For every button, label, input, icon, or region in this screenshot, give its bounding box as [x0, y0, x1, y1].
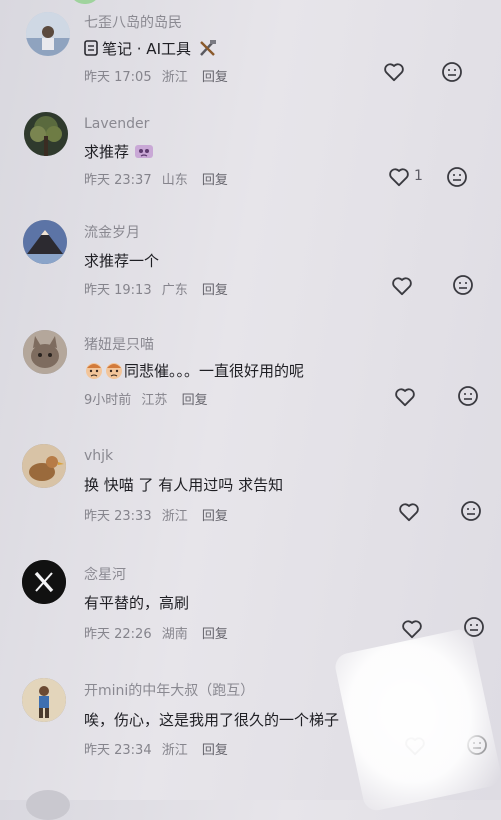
comment-meta: 昨天 23:33 浙江 回复	[84, 505, 234, 524]
avatar[interactable]	[24, 112, 68, 156]
dislike-face-icon[interactable]	[441, 61, 463, 83]
sad-emoji-icon	[86, 363, 102, 379]
tree-icon	[24, 112, 68, 156]
comment-date: 昨天 23:37	[84, 173, 152, 188]
avatar[interactable]	[26, 12, 70, 56]
reply-button[interactable]: 回复	[202, 509, 228, 524]
x-logo-icon	[22, 560, 66, 604]
comment-text: 有平替的，高刷	[84, 594, 190, 612]
reply-button[interactable]: 回复	[202, 627, 228, 642]
comment-text: 换 快喵 了 有人用过吗 求告知	[84, 476, 284, 494]
comment-date: 昨天 23:33	[84, 509, 152, 524]
note-icon	[84, 40, 98, 56]
comment-date: 昨天 19:13	[84, 283, 152, 298]
comment-text: 求推荐	[84, 141, 154, 162]
heart-icon[interactable]	[391, 276, 413, 296]
dislike-face-icon[interactable]	[463, 616, 485, 638]
comment-date: 昨天 23:34	[84, 743, 152, 758]
comment-author[interactable]: 开mini的中年大叔（跑互）	[84, 680, 254, 700]
comment-text: 笔记 · AI工具	[84, 38, 218, 59]
comment-location: 浙江	[161, 743, 188, 758]
crying-emoji-icon	[134, 145, 153, 158]
runner-icon	[22, 678, 66, 722]
partial-avatar-top	[70, 0, 100, 4]
heart-icon[interactable]	[388, 167, 410, 187]
heart-icon[interactable]	[383, 62, 405, 82]
sad-emoji-icon	[106, 363, 122, 379]
heart-icon[interactable]	[398, 502, 420, 522]
dislike-face-icon[interactable]	[466, 734, 488, 756]
partial-avatar-bottom	[26, 790, 70, 820]
reply-button[interactable]: 回复	[202, 743, 228, 758]
note-link-text[interactable]: 笔记 · AI工具	[102, 40, 191, 58]
comment-location: 山东	[161, 173, 188, 188]
heart-icon[interactable]	[401, 619, 423, 639]
reply-button[interactable]: 回复	[202, 173, 228, 188]
comment-text: 同悲催。。。一直很好用的呢	[84, 360, 304, 381]
comment-author[interactable]: 猪妞是只喵	[84, 334, 154, 354]
dislike-face-icon[interactable]	[457, 385, 479, 407]
dislike-face-icon[interactable]	[452, 274, 474, 296]
cat-icon	[23, 330, 67, 374]
comment-date: 昨天 22:26	[84, 627, 152, 642]
person-icon	[26, 12, 70, 56]
comment-meta: 昨天 19:13 广东 回复	[84, 279, 234, 298]
avatar[interactable]	[23, 220, 67, 264]
comment-author[interactable]: 流金岁月	[84, 222, 140, 242]
comment-text: 求推荐一个	[84, 252, 160, 270]
comment-location: 浙江	[161, 509, 188, 524]
comment-text: 唉，伤心，这是我用了很久的一个梯子	[84, 711, 340, 729]
reply-button[interactable]: 回复	[202, 70, 228, 85]
comment-date: 9小时前	[84, 393, 132, 408]
screen-glare	[332, 627, 501, 813]
comment-author[interactable]: Lavender	[84, 116, 149, 132]
comment-location: 湖南	[161, 627, 188, 642]
dislike-face-icon[interactable]	[460, 500, 482, 522]
comment-author[interactable]: vhjk	[84, 448, 113, 464]
avatar[interactable]	[23, 330, 67, 374]
comment-meta: 昨天 17:05 浙江 回复	[84, 66, 234, 85]
comment-author[interactable]: 念星河	[84, 564, 126, 584]
avatar[interactable]	[22, 678, 66, 722]
tools-icon	[199, 40, 216, 56]
heart-icon[interactable]	[394, 387, 416, 407]
comment-location: 江苏	[141, 393, 168, 408]
reply-button[interactable]: 回复	[182, 393, 208, 408]
comment-meta: 昨天 22:26 湖南 回复	[84, 623, 234, 642]
avatar[interactable]	[22, 444, 66, 488]
comment-meta: 昨天 23:34 浙江 回复	[84, 739, 234, 758]
comment-location: 浙江	[161, 70, 188, 85]
heart-icon[interactable]	[404, 736, 426, 756]
bird-icon	[22, 444, 66, 488]
avatar[interactable]	[22, 560, 66, 604]
reply-button[interactable]: 回复	[202, 283, 228, 298]
comment-meta: 9小时前 江苏 回复	[84, 389, 214, 408]
comment-author[interactable]: 七歪八岛的岛民	[84, 12, 182, 32]
comment-date: 昨天 17:05	[84, 70, 152, 85]
mountain-icon	[23, 220, 67, 264]
comment-location: 广东	[161, 283, 188, 298]
like-count: 1	[414, 168, 423, 184]
dislike-face-icon[interactable]	[446, 166, 468, 188]
comment-meta: 昨天 23:37 山东 回复	[84, 169, 234, 188]
